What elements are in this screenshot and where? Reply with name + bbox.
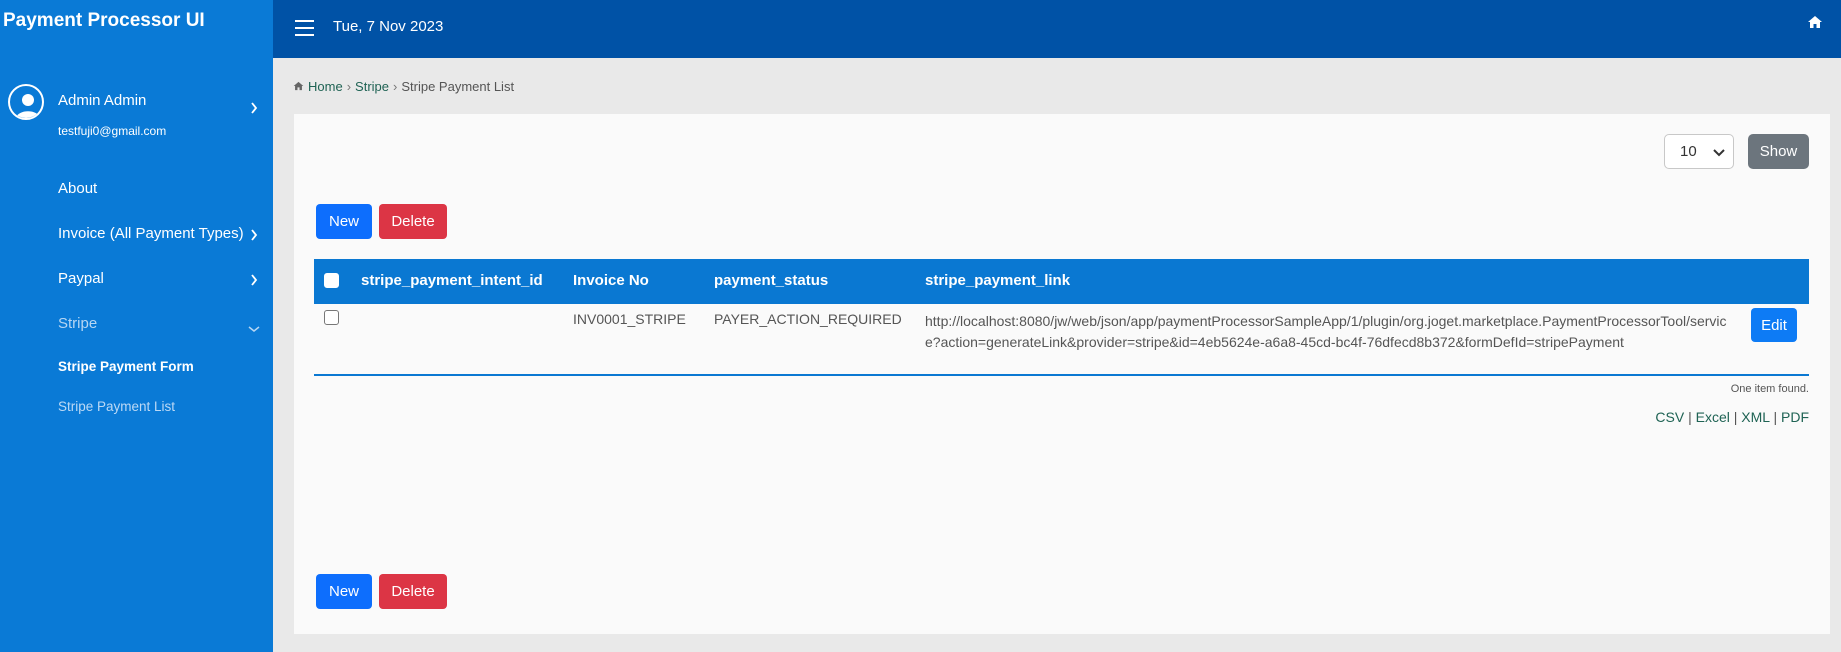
sidebar-item-invoice[interactable]: Invoice (All Payment Types) bbox=[58, 225, 263, 242]
breadcrumb-home-link[interactable]: Home bbox=[308, 79, 343, 94]
chevron-right-icon: › bbox=[346, 79, 352, 94]
current-date: Tue, 7 Nov 2023 bbox=[333, 18, 444, 35]
row-checkbox[interactable] bbox=[324, 310, 339, 325]
page-size-value: 10 bbox=[1680, 143, 1697, 160]
export-links: CSV | Excel | XML | PDF bbox=[1655, 409, 1809, 425]
page-size-select[interactable]: 10 bbox=[1664, 134, 1734, 169]
sidebar-item-stripe-payment-form[interactable]: Stripe Payment Form bbox=[58, 359, 194, 374]
column-header[interactable]: Invoice No bbox=[573, 272, 649, 289]
cell-invoice-no: INV0001_STRIPE bbox=[573, 311, 686, 327]
chevron-right-icon bbox=[250, 228, 258, 246]
content-panel: 10 Show New Delete stripe_payment_intent… bbox=[294, 114, 1830, 634]
home-icon[interactable] bbox=[1807, 15, 1823, 34]
breadcrumb-current: Stripe Payment List bbox=[401, 79, 515, 94]
export-pdf-link[interactable]: PDF bbox=[1781, 409, 1809, 425]
profile-email: testfuji0@gmail.com bbox=[58, 124, 167, 138]
breadcrumb: Home › Stripe › Stripe Payment List bbox=[293, 79, 514, 94]
chevron-right-icon bbox=[250, 273, 258, 291]
cell-payment-status: PAYER_ACTION_REQUIRED bbox=[714, 311, 902, 327]
export-xml-link[interactable]: XML bbox=[1741, 409, 1769, 425]
new-button[interactable]: New bbox=[316, 574, 372, 609]
profile-name[interactable]: Admin Admin bbox=[58, 92, 146, 109]
home-icon bbox=[293, 79, 304, 94]
sidebar-item-paypal[interactable]: Paypal bbox=[58, 270, 263, 287]
export-csv-link[interactable]: CSV bbox=[1655, 409, 1684, 425]
show-button[interactable]: Show bbox=[1748, 134, 1809, 169]
delete-button[interactable]: Delete bbox=[379, 574, 447, 609]
app-title[interactable]: Payment Processor UI bbox=[0, 0, 273, 50]
column-header[interactable]: stripe_payment_intent_id bbox=[361, 272, 543, 289]
top-bar: Tue, 7 Nov 2023 bbox=[273, 0, 1841, 58]
chevron-right-icon[interactable] bbox=[250, 101, 258, 119]
result-count: One item found. bbox=[1730, 383, 1809, 395]
sidebar-item-about[interactable]: About bbox=[58, 180, 263, 197]
sidebar-item-stripe[interactable]: Stripe bbox=[58, 315, 263, 332]
edit-button[interactable]: Edit bbox=[1751, 308, 1797, 342]
column-header[interactable]: payment_status bbox=[714, 272, 828, 289]
cell-payment-link: http://localhost:8080/jw/web/json/app/pa… bbox=[925, 313, 1727, 350]
table-row: INV0001_STRIPE PAYER_ACTION_REQUIRED htt… bbox=[314, 304, 1809, 376]
sidebar-item-stripe-payment-list[interactable]: Stripe Payment List bbox=[58, 399, 175, 414]
hamburger-menu-icon[interactable] bbox=[295, 20, 314, 36]
chevron-right-icon: › bbox=[393, 79, 398, 94]
payment-table: stripe_payment_intent_id Invoice No paym… bbox=[314, 259, 1809, 425]
table-header: stripe_payment_intent_id Invoice No paym… bbox=[314, 259, 1809, 304]
sidebar: Payment Processor UI Admin Admin testfuj… bbox=[0, 0, 273, 652]
delete-button[interactable]: Delete bbox=[379, 204, 447, 239]
column-header[interactable]: stripe_payment_link bbox=[925, 272, 1070, 289]
new-button[interactable]: New bbox=[316, 204, 372, 239]
breadcrumb-stripe-link[interactable]: Stripe bbox=[355, 79, 389, 94]
chevron-down-icon bbox=[248, 320, 260, 338]
export-excel-link[interactable]: Excel bbox=[1696, 409, 1730, 425]
avatar-icon[interactable] bbox=[8, 84, 44, 120]
chevron-down-icon bbox=[1713, 145, 1725, 162]
select-all-checkbox[interactable] bbox=[324, 273, 339, 288]
